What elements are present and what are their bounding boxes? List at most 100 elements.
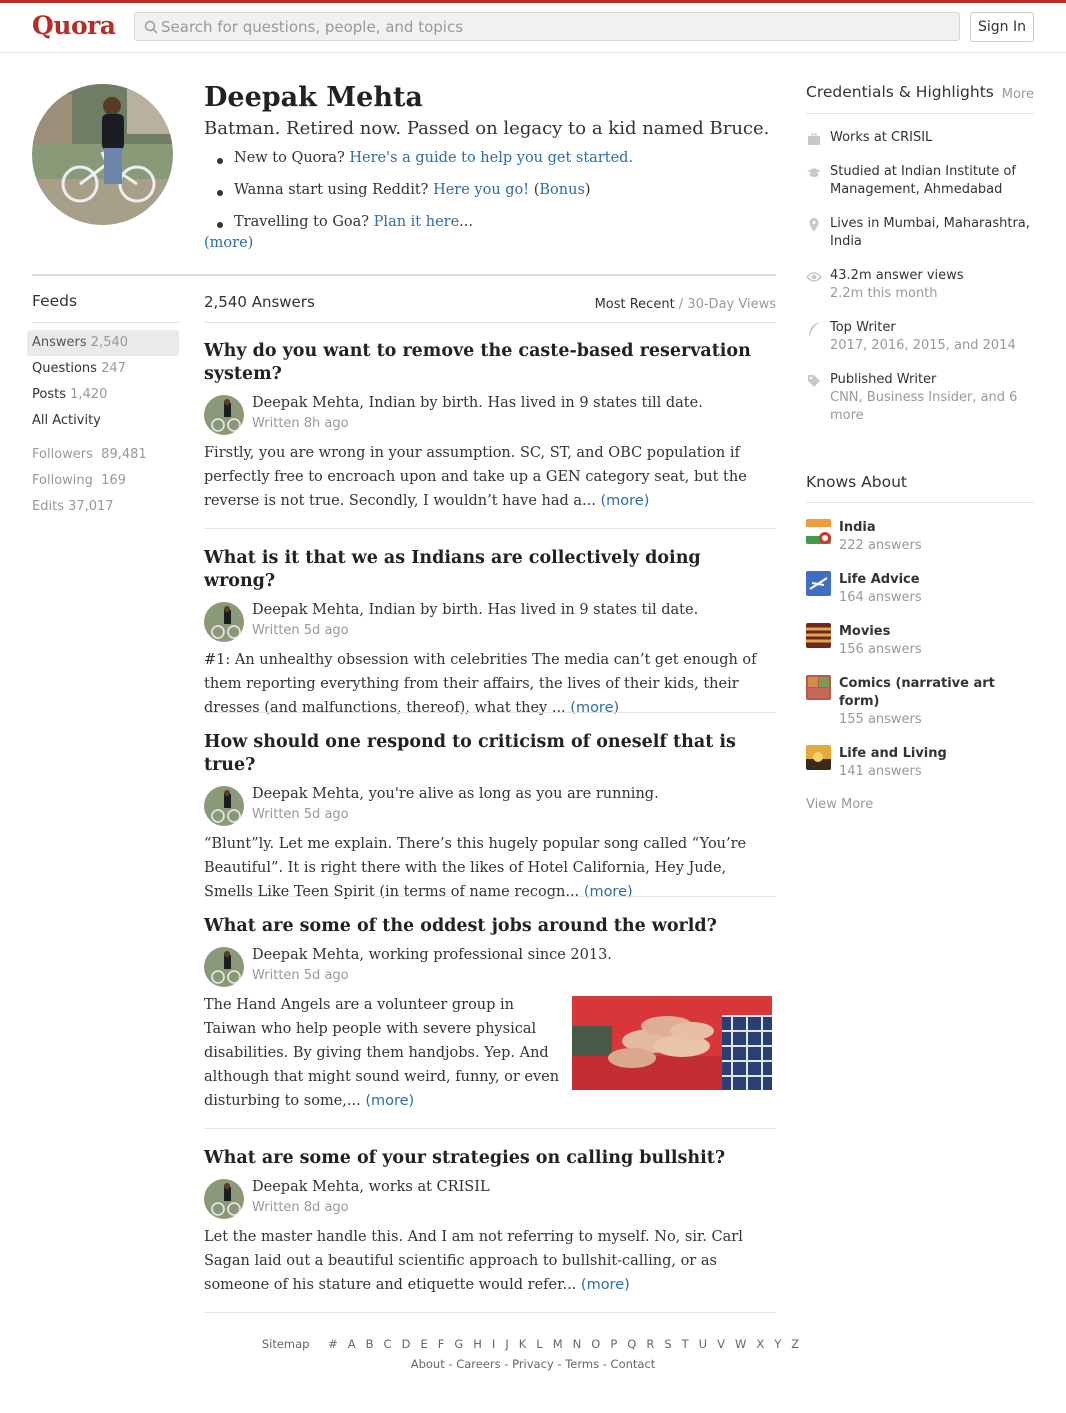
sitemap-letter-link[interactable]: R	[646, 1337, 654, 1351]
credential-text[interactable]: Works at CRISIL	[830, 129, 1034, 147]
answer-timestamp[interactable]: Written 5d ago	[252, 968, 349, 983]
question-title[interactable]: Why do you want to remove the caste-base…	[204, 340, 776, 386]
answer-item: What are some of the oddest jobs around …	[204, 915, 776, 1129]
sitemap-letter-link[interactable]: M	[553, 1337, 563, 1351]
sitemap-letter-link[interactable]: H	[473, 1337, 482, 1351]
sitemap-letter-link[interactable]: W	[735, 1337, 746, 1351]
author-credential[interactable]: Deepak Mehta, works at CRISIL	[252, 1179, 490, 1195]
topic-name[interactable]: Life Advice	[839, 571, 1034, 589]
feather-icon	[809, 322, 820, 336]
author-avatar[interactable]	[204, 786, 244, 826]
sitemap-letter-link[interactable]: X	[756, 1337, 764, 1351]
author-credential[interactable]: Deepak Mehta, working professional since…	[252, 947, 612, 963]
sitemap-letter-link[interactable]: F	[438, 1337, 445, 1351]
sitemap-letter-link[interactable]: B	[366, 1337, 374, 1351]
bio-link-bonus[interactable]: Bonus	[539, 182, 585, 198]
sitemap-letter-link[interactable]: J	[505, 1337, 508, 1351]
question-title[interactable]: What are some of your strategies on call…	[204, 1147, 776, 1170]
sitemap-letter-link[interactable]: L	[536, 1337, 542, 1351]
sitemap-letter-link[interactable]: P	[610, 1337, 617, 1351]
sitemap-letter-link[interactable]: U	[699, 1337, 707, 1351]
topic-item[interactable]: Life and Living 141 answers	[806, 745, 1034, 781]
sitemap-letter-link[interactable]: S	[664, 1337, 671, 1351]
answer-more-link[interactable]: (more)	[584, 884, 633, 900]
sitemap-letter-link[interactable]: A	[348, 1337, 356, 1351]
question-title[interactable]: What are some of the oddest jobs around …	[204, 915, 776, 938]
answer-timestamp[interactable]: Written 5d ago	[252, 623, 349, 638]
nav-answers[interactable]: Answers 2,540	[27, 330, 179, 356]
author-credential[interactable]: Deepak Mehta, you're alive as long as yo…	[252, 786, 659, 802]
answer-more-link[interactable]: (more)	[365, 1093, 414, 1109]
sitemap-letter-link[interactable]: E	[420, 1337, 427, 1351]
author-credential[interactable]: Deepak Mehta, Indian by birth. Has lived…	[252, 395, 703, 411]
answer-thumbnail[interactable]	[572, 996, 772, 1090]
topic-item[interactable]: India 222 answers	[806, 519, 1034, 555]
topics-view-more-link[interactable]: View More	[806, 797, 873, 812]
topic-item[interactable]: Comics (narrative art form) 155 answers	[806, 675, 1034, 729]
author-avatar[interactable]	[204, 395, 244, 435]
sort-30-day-views[interactable]: 30-Day Views	[687, 297, 776, 312]
sitemap-letter-link[interactable]: O	[591, 1337, 600, 1351]
footer-link-privacy[interactable]: Privacy	[512, 1357, 554, 1371]
quora-logo[interactable]: Quora	[32, 11, 116, 40]
profile-avatar[interactable]	[32, 84, 173, 225]
footer-link-careers[interactable]: Careers	[456, 1357, 500, 1371]
sort-most-recent[interactable]: Most Recent	[595, 297, 675, 312]
question-title[interactable]: What is it that we as Indians are collec…	[204, 547, 776, 593]
sitemap-letter-link[interactable]: V	[717, 1337, 725, 1351]
sitemap-letter-link[interactable]: I	[492, 1337, 495, 1351]
bio-link-guide[interactable]: Here's a guide to help you get started.	[349, 150, 633, 166]
nav-edits[interactable]: Edits 37,017	[27, 494, 179, 520]
footer-link-terms[interactable]: Terms	[565, 1357, 599, 1371]
nav-followers[interactable]: Followers 89,481	[27, 442, 179, 468]
topic-name[interactable]: Movies	[839, 623, 1034, 641]
question-title[interactable]: How should one respond to criticism of o…	[204, 731, 776, 777]
nav-questions[interactable]: Questions 247	[27, 356, 179, 382]
credential-text[interactable]: Published Writer	[830, 371, 1034, 389]
topic-item[interactable]: Life Advice 164 answers	[806, 571, 1034, 607]
answer-timestamp[interactable]: Written 8d ago	[252, 1200, 349, 1215]
author-avatar[interactable]	[204, 1179, 244, 1219]
author-avatar[interactable]	[204, 947, 244, 987]
footer-link-about[interactable]: About	[411, 1357, 445, 1371]
sitemap-letter-link[interactable]: Q	[627, 1337, 636, 1351]
credentials-more-link[interactable]: More	[1002, 87, 1034, 102]
answer-more-link[interactable]: (more)	[601, 493, 650, 509]
credential-text[interactable]: Studied at Indian Institute of Managemen…	[830, 163, 1034, 199]
answer-timestamp[interactable]: Written 5d ago	[252, 807, 349, 822]
sitemap-letter-link[interactable]: Y	[774, 1337, 781, 1351]
nav-following[interactable]: Following 169	[27, 468, 179, 494]
topic-name[interactable]: Life and Living	[839, 745, 1034, 763]
topic-item[interactable]: Movies 156 answers	[806, 623, 1034, 659]
topic-name[interactable]: Comics (narrative art form)	[839, 675, 1034, 711]
footer-link-contact[interactable]: Contact	[611, 1357, 656, 1371]
credential-text[interactable]: 43.2m answer views	[830, 267, 1034, 285]
nav-posts[interactable]: Posts 1,420	[27, 382, 179, 408]
sign-in-button[interactable]: Sign In	[970, 12, 1034, 42]
answer-more-link[interactable]: (more)	[581, 1277, 630, 1293]
sitemap-letter-link[interactable]: #	[328, 1337, 338, 1351]
topic-name[interactable]: India	[839, 519, 1034, 537]
nav-all-activity[interactable]: All Activity	[27, 408, 179, 434]
bio-link-reddit[interactable]: Here you go!	[433, 182, 529, 198]
knows-about-title: Knows About	[806, 473, 907, 491]
author-credential[interactable]: Deepak Mehta, Indian by birth. Has lived…	[252, 602, 698, 618]
credential-text[interactable]: Top Writer	[830, 319, 1034, 337]
bio-link-goa[interactable]: Plan it here	[374, 214, 460, 230]
sitemap-letter-link[interactable]: Z	[791, 1337, 799, 1351]
search-box[interactable]	[134, 12, 960, 41]
sitemap-letter-link[interactable]: G	[454, 1337, 463, 1351]
answer-more-link[interactable]: (more)	[570, 700, 619, 716]
divider	[204, 322, 776, 323]
search-input[interactable]	[161, 13, 941, 40]
sitemap-letter-link[interactable]: C	[384, 1337, 392, 1351]
sitemap-letter-link[interactable]: D	[402, 1337, 411, 1351]
bio-more-link[interactable]: (more)	[204, 235, 253, 251]
sitemap-letter-link[interactable]: T	[682, 1337, 689, 1351]
author-avatar[interactable]	[204, 602, 244, 642]
answer-timestamp[interactable]: Written 8h ago	[252, 416, 349, 431]
sitemap-letter-link[interactable]: K	[519, 1337, 527, 1351]
credential-text[interactable]: Lives in Mumbai, Maharashtra, India	[830, 215, 1034, 251]
sitemap-letter-link[interactable]: N	[573, 1337, 582, 1351]
sitemap-link[interactable]: Sitemap	[262, 1337, 310, 1351]
